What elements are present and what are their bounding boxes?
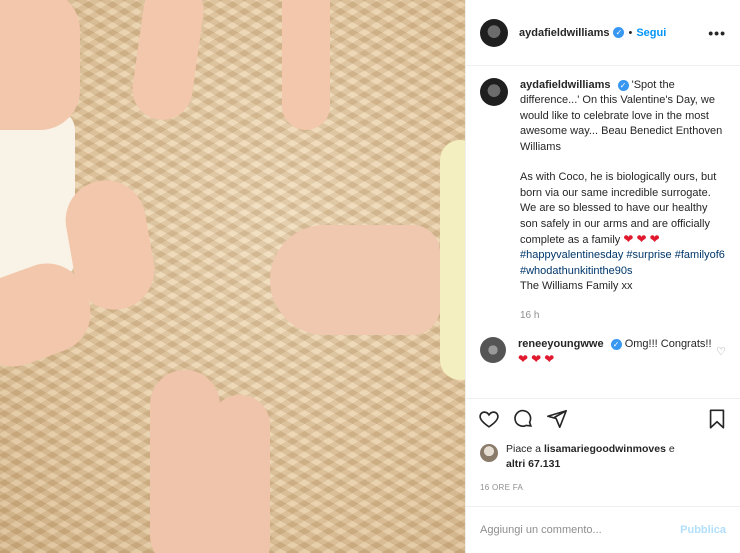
comment-bubble-icon[interactable]: [510, 406, 536, 432]
hashtag-link[interactable]: #happyvalentinesday: [520, 249, 623, 261]
caption-signature: The Williams Family xx: [520, 280, 633, 293]
caption-body: aydafieldwilliams ✓ 'Spot the difference…: [520, 78, 725, 323]
hashtag-link[interactable]: #familyof6: [675, 249, 725, 261]
verified-badge-icon: ✓: [613, 27, 625, 38]
caption-username[interactable]: aydafieldwilliams: [520, 79, 610, 91]
more-options-icon[interactable]: •••: [708, 25, 726, 41]
follow-button[interactable]: Segui: [636, 27, 666, 39]
photo-skin-adult-foot-bottom-right: [210, 395, 270, 553]
heart-emoji-icon: ❤: [623, 232, 634, 247]
author-avatar[interactable]: [480, 18, 508, 47]
heart-emoji-icon: ❤: [531, 352, 542, 367]
comment-body: reneeyoungwwe ✓ Omg!!! Congrats!! ❤ ❤ ❤: [518, 337, 713, 367]
caption-text-2: As with Coco, he is biologically ours, b…: [520, 171, 717, 247]
likes-summary: Piace a lisamariegoodwinmoves e altri 67…: [480, 442, 726, 472]
like-heart-icon[interactable]: [476, 406, 502, 432]
caption-time[interactable]: 16 h: [520, 308, 725, 323]
likes-text: Piace a lisamariegoodwinmoves e altri 67…: [506, 442, 675, 472]
bookmark-save-icon[interactable]: [704, 406, 730, 432]
post-side-panel: aydafieldwilliams ✓ • Segui ••• aydafiel…: [465, 0, 740, 553]
heart-emoji-icon: ❤: [649, 232, 660, 247]
post-actions-bar: [466, 398, 740, 438]
photo-skin-baby-arm: [0, 0, 80, 130]
photo-skin-baby-leg-right: [282, 0, 330, 130]
photo-baby-clothes: [0, 110, 75, 280]
add-comment-bar: Pubblica: [466, 506, 740, 553]
heart-emoji-icon: ❤: [518, 352, 529, 367]
share-paper-plane-icon[interactable]: [544, 406, 570, 432]
header-separator: •: [628, 26, 633, 39]
post-photo[interactable]: [0, 0, 465, 553]
commenter-avatar[interactable]: [480, 337, 506, 364]
likes-prefix: Piace a: [506, 443, 542, 455]
comments-section: aydafieldwilliams ✓ 'Spot the difference…: [480, 78, 726, 367]
heart-emoji-icon: ❤: [544, 352, 555, 367]
commenter-verified-icon: ✓: [610, 338, 622, 350]
likes-conjunction: e: [668, 443, 675, 455]
comment-input[interactable]: [480, 524, 681, 536]
liker-username[interactable]: lisamariegoodwinmoves: [544, 443, 666, 455]
caption-verified-icon: ✓: [617, 79, 629, 91]
header-username[interactable]: aydafieldwilliams: [519, 27, 609, 39]
comment-text: Omg!!! Congrats!!: [624, 338, 712, 351]
hashtag-link[interactable]: #whodathunkitinthe90s: [520, 265, 633, 277]
caption-avatar[interactable]: [480, 78, 508, 106]
photo-clothes-right: [440, 140, 465, 380]
photo-skin-adult-foot-right: [270, 225, 440, 335]
comment-like-icon[interactable]: ♡: [716, 345, 726, 367]
publish-button[interactable]: Pubblica: [680, 524, 726, 536]
post-header: aydafieldwilliams ✓ • Segui •••: [466, 0, 740, 66]
photo-skin-baby-leg-left: [128, 0, 208, 124]
caption-row: aydafieldwilliams ✓ 'Spot the difference…: [480, 78, 726, 323]
commenter-username[interactable]: reneeyoungwwe: [518, 338, 604, 350]
heart-emoji-icon: ❤: [636, 232, 647, 247]
likes-count-link[interactable]: altri 67.131: [506, 458, 560, 470]
post-date[interactable]: 16 ORE FA: [480, 483, 523, 492]
hashtag-link[interactable]: #surprise: [626, 249, 671, 261]
liker-avatar[interactable]: [480, 444, 498, 462]
comment-row: reneeyoungwwe ✓ Omg!!! Congrats!! ❤ ❤ ❤ …: [480, 337, 726, 367]
